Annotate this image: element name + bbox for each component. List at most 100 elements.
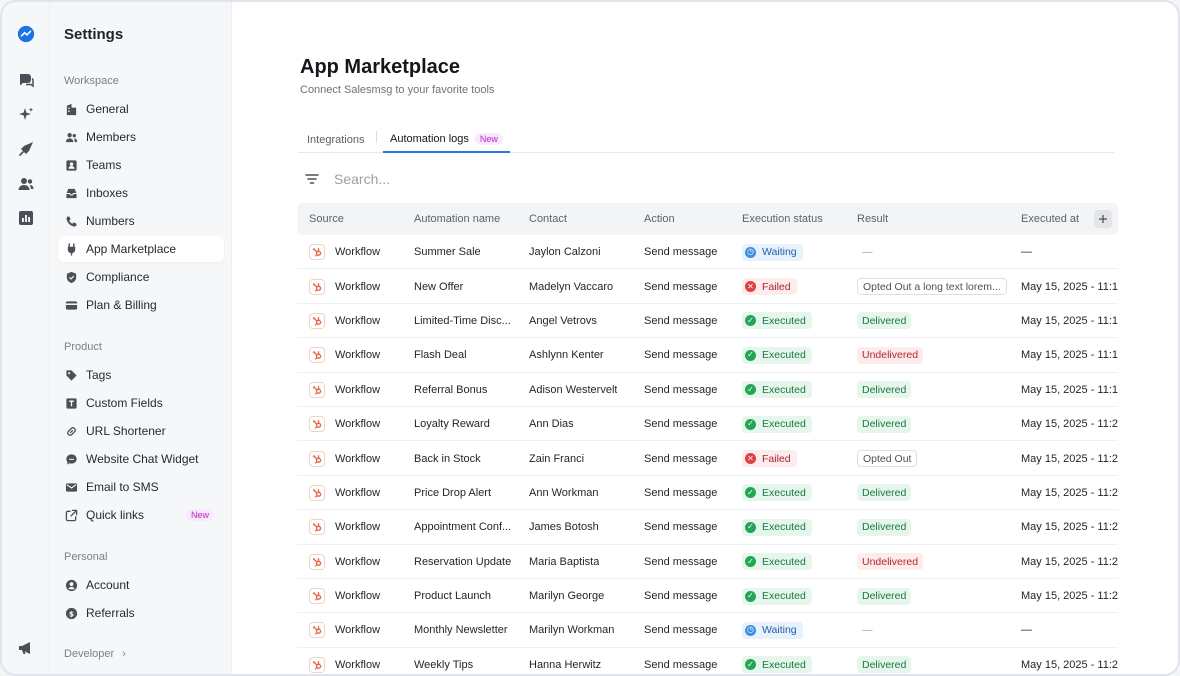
sidebar-item-inboxes[interactable]: Inboxes xyxy=(58,180,224,206)
cell-action: Send message xyxy=(644,246,718,259)
sidebar-item-general[interactable]: General xyxy=(58,96,224,122)
logo-icon[interactable] xyxy=(16,24,36,44)
add-column-button[interactable] xyxy=(1094,210,1112,228)
check-circle-icon: ✓ xyxy=(745,590,756,602)
sidebar-item-quick-links[interactable]: Quick links New xyxy=(58,502,224,528)
table-row[interactable]: Workflow Product Launch Marilyn George Send… xyxy=(297,579,1118,614)
cell-automation-name[interactable]: Weekly Tips xyxy=(414,648,522,674)
search-input[interactable] xyxy=(334,171,634,187)
column-header-contact[interactable]: Contact xyxy=(529,203,567,235)
cell-automation-name[interactable]: Reservation Update xyxy=(414,545,522,579)
column-header-action[interactable]: Action xyxy=(644,203,675,235)
sidebar-item-email-to-sms[interactable]: Email to SMS xyxy=(58,474,224,500)
cell-contact[interactable]: Ashlynn Kenter xyxy=(529,338,604,372)
table-row[interactable]: Workflow Appointment Conf... James Botosh S… xyxy=(297,510,1118,545)
teams-icon xyxy=(64,158,78,172)
cell-automation-name[interactable]: Summer Sale xyxy=(414,235,522,269)
cell-execution-status: ✓ Executed xyxy=(742,407,812,441)
cell-automation-name[interactable]: Product Launch xyxy=(414,579,522,613)
tab-integrations[interactable]: Integrations xyxy=(307,126,364,153)
filter-icon[interactable] xyxy=(304,171,320,187)
table-row[interactable]: Workflow Flash Deal Ashlynn Kenter Send mes… xyxy=(297,338,1118,373)
hubspot-icon xyxy=(309,553,325,570)
sidebar-item-plan-billing[interactable]: Plan & Billing xyxy=(58,292,224,318)
cell-automation-name[interactable]: Limited-Time Disc... xyxy=(414,304,522,338)
cell-executed-at: May 15, 2025 - 11:1 xyxy=(1021,314,1118,327)
sidebar-item-custom-fields[interactable]: Custom Fields xyxy=(58,390,224,416)
table-row[interactable]: Workflow Back in Stock Zain Franci Send mes… xyxy=(297,441,1118,476)
cell-contact[interactable]: James Botosh xyxy=(529,510,599,544)
table-row[interactable]: Workflow Weekly Tips Hanna Herwitz Send mes… xyxy=(297,648,1118,674)
sidebar-item-compliance[interactable]: Compliance xyxy=(58,264,224,290)
sidebar-item-url-shortener[interactable]: URL Shortener xyxy=(58,418,224,444)
inbox-icon xyxy=(64,186,78,200)
table-row[interactable]: Workflow Price Drop Alert Ann Workman Send … xyxy=(297,476,1118,511)
chats-icon[interactable] xyxy=(16,70,36,90)
cell-automation-name[interactable]: Price Drop Alert xyxy=(414,476,522,510)
analytics-icon[interactable] xyxy=(16,208,36,228)
table-row[interactable]: Workflow Summer Sale Jaylon Calzoni Send me… xyxy=(297,235,1118,270)
column-header-automation-name[interactable]: Automation name xyxy=(414,203,500,235)
sidebar-item-teams[interactable]: Teams xyxy=(58,152,224,178)
tab-bar: Integrations Automation logs New xyxy=(298,126,1114,153)
column-header-execution-status[interactable]: Execution status xyxy=(742,203,823,235)
cell-source: Workflow xyxy=(309,441,380,475)
cell-source: Workflow xyxy=(309,269,380,303)
source-label: Workflow xyxy=(335,246,381,259)
rocket-icon[interactable] xyxy=(16,139,36,159)
cell-contact[interactable]: Ann Workman xyxy=(529,476,599,510)
cell-contact[interactable]: Marilyn Workman xyxy=(529,613,614,647)
sidebar-item-referrals[interactable]: $ Referrals xyxy=(58,600,224,626)
table-row[interactable]: Workflow New Offer Madelyn Vaccaro Send mes… xyxy=(297,269,1118,304)
cell-automation-name[interactable]: Flash Deal xyxy=(414,338,522,372)
mail-icon xyxy=(64,480,78,494)
cell-contact[interactable]: Angel Vetrovs xyxy=(529,304,597,338)
cell-execution-status: ✓ Executed xyxy=(742,304,812,338)
plug-icon xyxy=(64,242,78,256)
tab-automation-logs[interactable]: Automation logs New xyxy=(383,126,510,153)
result-badge: Delivered xyxy=(857,381,912,399)
status-label: Failed xyxy=(762,280,791,293)
cell-contact[interactable]: Madelyn Vaccaro xyxy=(529,269,613,303)
cell-contact[interactable]: Adison Westervelt xyxy=(529,373,617,407)
table-row[interactable]: Workflow Reservation Update Maria Baptista… xyxy=(297,545,1118,579)
column-header-executed-at[interactable]: Executed at xyxy=(1021,203,1079,235)
result-badge: Delivered xyxy=(857,415,912,433)
shield-icon xyxy=(64,270,78,284)
cell-automation-name[interactable]: Monthly Newsletter xyxy=(414,613,522,647)
sidebar-item-tags[interactable]: Tags xyxy=(58,362,224,388)
cell-contact[interactable]: Zain Franci xyxy=(529,441,584,475)
cell-contact[interactable]: Marilyn George xyxy=(529,579,604,613)
svg-text:$: $ xyxy=(68,609,73,618)
cell-automation-name[interactable]: Referral Bonus xyxy=(414,373,522,407)
table-row[interactable]: Workflow Referral Bonus Adison Westervelt S… xyxy=(297,373,1118,407)
cell-source: Workflow xyxy=(309,579,380,613)
cell-contact[interactable]: Jaylon Calzoni xyxy=(529,235,601,269)
table-row[interactable]: Workflow Monthly Newsletter Marilyn Workma… xyxy=(297,613,1118,648)
user-circle-icon xyxy=(64,578,78,592)
megaphone-icon[interactable] xyxy=(16,638,36,658)
contacts-icon[interactable] xyxy=(16,174,36,194)
table-row[interactable]: Workflow Loyalty Reward Ann Dias Send messa… xyxy=(297,407,1118,442)
cell-automation-name[interactable]: New Offer xyxy=(414,269,522,303)
sidebar-item-website-chat-widget[interactable]: Website Chat Widget xyxy=(58,446,224,472)
column-header-result[interactable]: Result xyxy=(857,203,888,235)
hubspot-icon xyxy=(309,519,325,536)
table-row[interactable]: Workflow Limited-Time Disc... Angel Vetrov… xyxy=(297,304,1118,339)
cell-automation-name[interactable]: Back in Stock xyxy=(414,441,522,475)
sidebar-item-numbers[interactable]: Numbers xyxy=(58,208,224,234)
sidebar-item-account[interactable]: Account xyxy=(58,572,224,598)
sidebar-item-label: Plan & Billing xyxy=(86,298,157,312)
sidebar-item-members[interactable]: Members xyxy=(58,124,224,150)
cell-contact[interactable]: Hanna Herwitz xyxy=(529,648,601,674)
cell-automation-name[interactable]: Loyalty Reward xyxy=(414,407,522,441)
cell-contact[interactable]: Maria Baptista xyxy=(529,545,599,579)
cell-automation-name[interactable]: Appointment Conf... xyxy=(414,510,522,544)
column-header-source[interactable]: Source xyxy=(309,203,344,235)
developer-section[interactable]: Developer › xyxy=(64,648,126,660)
sidebar-item-app-marketplace[interactable]: App Marketplace xyxy=(58,236,224,262)
section-personal: Personal xyxy=(64,551,108,563)
table-header: Source Automation name Contact Action Ex… xyxy=(297,203,1118,235)
sparkle-icon[interactable] xyxy=(16,105,36,125)
cell-contact[interactable]: Ann Dias xyxy=(529,407,574,441)
